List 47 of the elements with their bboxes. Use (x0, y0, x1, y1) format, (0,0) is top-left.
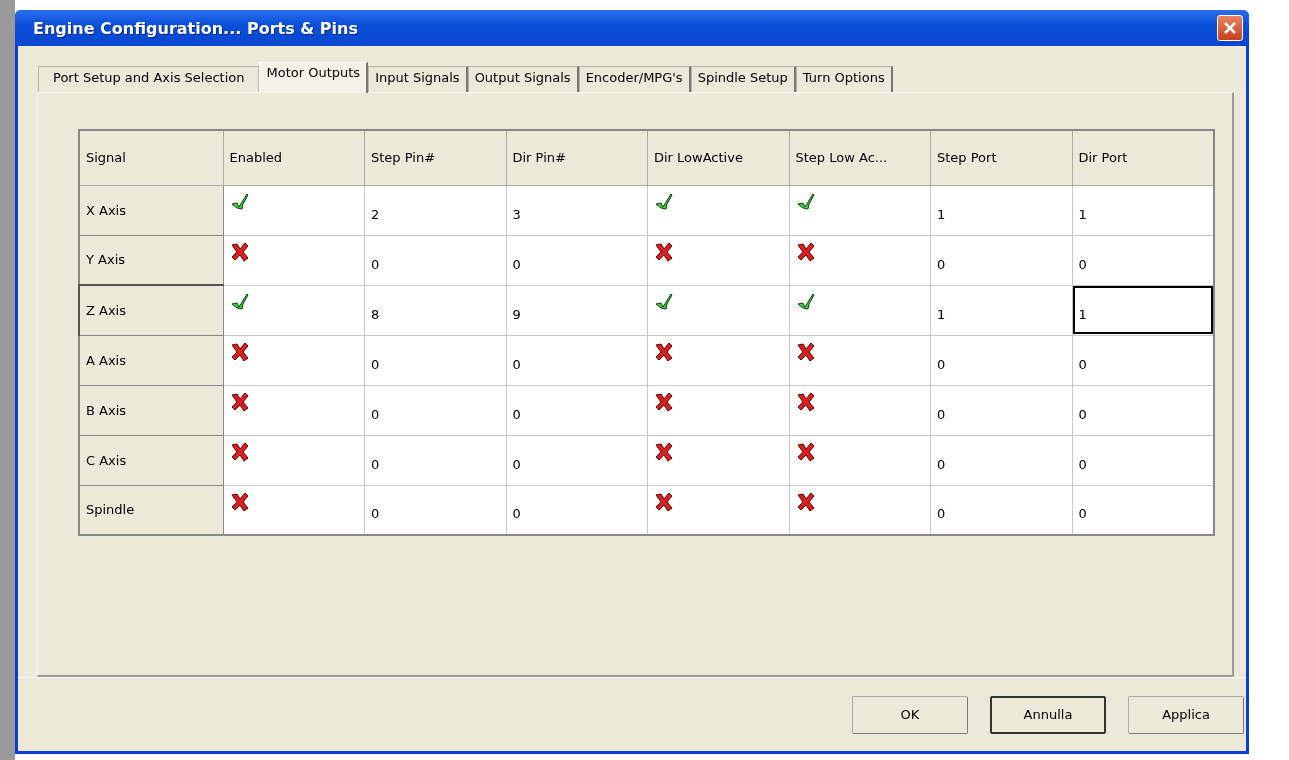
column-header[interactable]: Dir Port (1072, 130, 1214, 185)
column-header[interactable]: Step Port (930, 130, 1072, 185)
row-header[interactable]: A Axis (79, 335, 223, 385)
column-header[interactable]: Enabled (223, 130, 365, 185)
table-cell[interactable]: 0 (930, 435, 1072, 485)
close-icon (1223, 21, 1237, 35)
tab[interactable]: Turn Options (795, 66, 893, 92)
tab[interactable]: Port Setup and Axis Selection (38, 66, 260, 92)
column-header[interactable]: Dir LowActive (647, 130, 789, 185)
table-cell[interactable]: 3 (506, 185, 648, 235)
table-cell[interactable]: 1 (1072, 285, 1214, 335)
table-cell[interactable]: 9 (506, 285, 648, 335)
dialog-button[interactable]: Applica (1128, 695, 1244, 734)
tab[interactable]: Spindle Setup (690, 66, 796, 92)
table-cell[interactable]: 0 (364, 335, 506, 385)
row-header[interactable]: X Axis (79, 185, 223, 235)
table-cell[interactable]: 2 (364, 185, 506, 235)
table-cell[interactable]: 8 (364, 285, 506, 335)
column-header[interactable]: Dir Pin# (506, 130, 648, 185)
table-cell[interactable]: 0 (364, 385, 506, 435)
row-header[interactable]: B Axis (79, 385, 223, 435)
tab[interactable]: Motor Outputs (259, 62, 369, 93)
table-cell[interactable]: 1 (930, 185, 1072, 235)
row-header[interactable]: C Axis (79, 435, 223, 485)
dialog-button[interactable]: Annulla (990, 695, 1106, 734)
row-header[interactable]: Spindle (79, 485, 223, 535)
column-header[interactable]: Step Low Ac... (789, 130, 931, 185)
close-button[interactable] (1217, 15, 1243, 41)
table-cell[interactable]: 0 (930, 335, 1072, 385)
window-title: Engine Configuration... Ports & Pins (33, 18, 358, 38)
table-cell[interactable]: 0 (506, 235, 648, 285)
table-cell[interactable]: 0 (930, 385, 1072, 435)
table-cell[interactable]: 0 (364, 435, 506, 485)
table-cell[interactable]: 0 (930, 235, 1072, 285)
tab[interactable]: Encoder/MPG's (578, 66, 691, 92)
table-cell[interactable]: 1 (930, 285, 1072, 335)
column-header[interactable]: Step Pin# (364, 130, 506, 185)
row-header[interactable]: Y Axis (79, 235, 223, 285)
table-cell[interactable]: 0 (506, 385, 648, 435)
table-cell[interactable]: 0 (506, 435, 648, 485)
tab[interactable]: Output Signals (467, 66, 579, 92)
row-header[interactable]: Z Axis (79, 285, 223, 335)
table-cell[interactable]: 0 (506, 335, 648, 385)
dialog-button[interactable]: OK (852, 695, 968, 734)
tab[interactable]: Input Signals (368, 66, 468, 92)
column-header[interactable]: Signal (79, 130, 223, 185)
table-cell[interactable]: 0 (364, 235, 506, 285)
